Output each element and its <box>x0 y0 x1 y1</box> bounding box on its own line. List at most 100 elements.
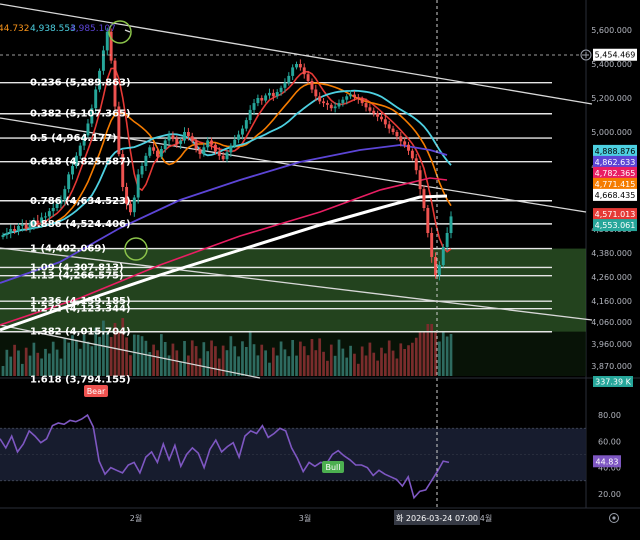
candle-body[interactable] <box>295 64 298 68</box>
candle-body[interactable] <box>368 107 372 111</box>
candle-body[interactable] <box>67 174 71 190</box>
candle-body[interactable] <box>337 103 341 107</box>
candle-body[interactable] <box>349 94 353 97</box>
candle-body[interactable] <box>410 150 414 159</box>
candle-body[interactable] <box>329 104 333 109</box>
candle-body[interactable] <box>372 110 376 114</box>
candle-body[interactable] <box>275 92 279 97</box>
candle-body[interactable] <box>175 138 179 144</box>
candle-body[interactable] <box>445 233 449 247</box>
candle-body[interactable] <box>140 166 144 175</box>
candle-body[interactable] <box>136 174 140 198</box>
candle-body[interactable] <box>9 229 13 233</box>
candle-body[interactable] <box>314 89 318 97</box>
candle-body[interactable] <box>225 152 229 160</box>
candle-body[interactable] <box>360 98 364 104</box>
candle-body[interactable] <box>229 145 233 153</box>
candle-body[interactable] <box>210 140 214 145</box>
candle-body[interactable] <box>318 96 322 102</box>
candle-body[interactable] <box>148 147 152 156</box>
candle-body[interactable] <box>252 103 256 110</box>
candle-body[interactable] <box>1 235 5 237</box>
candle-body[interactable] <box>325 103 329 105</box>
candle-body[interactable] <box>306 74 310 81</box>
candle-body[interactable] <box>105 31 109 51</box>
candle-body[interactable] <box>24 224 28 228</box>
candle-body[interactable] <box>194 141 198 149</box>
candle-body[interactable] <box>418 170 422 190</box>
candle-body[interactable] <box>271 92 275 97</box>
candle-body[interactable] <box>403 141 407 145</box>
candle-body[interactable] <box>441 247 445 265</box>
candle-body[interactable] <box>380 116 383 120</box>
candle-body[interactable] <box>287 75 291 83</box>
candle-body[interactable] <box>213 144 217 152</box>
candle-body[interactable] <box>163 140 167 150</box>
candle-body[interactable] <box>206 140 210 148</box>
candle-body[interactable] <box>283 82 287 88</box>
candle-body[interactable] <box>260 98 264 101</box>
candle-body[interactable] <box>426 208 430 233</box>
candle-body[interactable] <box>152 147 156 151</box>
candle-body[interactable] <box>352 94 356 98</box>
candle-body[interactable] <box>221 155 225 160</box>
candle-body[interactable] <box>279 87 283 93</box>
candle-body[interactable] <box>217 151 221 156</box>
candle-body[interactable] <box>341 99 345 104</box>
candle-body[interactable] <box>395 132 399 137</box>
candle-body[interactable] <box>264 95 268 101</box>
candle-body[interactable] <box>44 216 47 218</box>
candle-body[interactable] <box>399 136 403 142</box>
candle-body[interactable] <box>171 135 175 139</box>
candle-body[interactable] <box>298 64 302 68</box>
candle-body[interactable] <box>244 120 248 129</box>
candle-body[interactable] <box>422 189 426 208</box>
candle-body[interactable] <box>94 89 98 109</box>
candle-body[interactable] <box>407 144 410 151</box>
candle-body[interactable] <box>364 103 368 108</box>
candle-body[interactable] <box>333 106 337 109</box>
candle-body[interactable] <box>248 109 252 121</box>
candle-body[interactable] <box>183 132 186 141</box>
candle-body[interactable] <box>156 150 159 157</box>
candle-body[interactable] <box>132 197 136 213</box>
candle-body[interactable] <box>190 136 194 142</box>
candle-body[interactable] <box>198 149 202 155</box>
candle-body[interactable] <box>268 92 271 96</box>
candle-body[interactable] <box>20 224 24 226</box>
candle-body[interactable] <box>179 140 183 144</box>
candle-body[interactable] <box>78 145 82 156</box>
candle-body[interactable] <box>51 208 55 212</box>
volume-bar <box>194 346 198 376</box>
candle-body[interactable] <box>345 96 349 100</box>
candle-body[interactable] <box>430 233 434 257</box>
candle-body[interactable] <box>383 119 387 125</box>
candle-body[interactable] <box>291 67 295 76</box>
candle-body[interactable] <box>356 97 360 99</box>
candle-body[interactable] <box>202 147 206 155</box>
candle-body[interactable] <box>414 158 418 171</box>
candle-body[interactable] <box>387 124 391 129</box>
candle-body[interactable] <box>310 81 314 90</box>
candle-body[interactable] <box>391 128 395 132</box>
candle-body[interactable] <box>449 216 453 233</box>
candle-body[interactable] <box>13 229 17 231</box>
candle-body[interactable] <box>144 155 148 166</box>
candle-body[interactable] <box>101 50 105 71</box>
candle-body[interactable] <box>233 139 237 146</box>
candle-body[interactable] <box>159 149 163 157</box>
candle-body[interactable] <box>186 132 190 137</box>
trading-chart[interactable]: 0.236 (5,289.863) 0.382 (5,107.365) 0.5 (4… <box>0 0 640 536</box>
candle-body[interactable] <box>237 134 241 140</box>
chart-root: 0.236 (5,289.863) 0.382 (5,107.365) 0.5 (4… <box>0 0 640 536</box>
candle-body[interactable] <box>16 225 20 231</box>
candle-body[interactable] <box>5 233 9 235</box>
candle-body[interactable] <box>437 265 441 275</box>
candle-body[interactable] <box>256 98 260 104</box>
candle-body[interactable] <box>376 113 380 117</box>
candle-body[interactable] <box>322 101 326 104</box>
candle-body[interactable] <box>167 135 171 141</box>
candle-body[interactable] <box>302 67 306 75</box>
candle-body[interactable] <box>240 128 244 135</box>
candle-body[interactable] <box>47 211 51 217</box>
